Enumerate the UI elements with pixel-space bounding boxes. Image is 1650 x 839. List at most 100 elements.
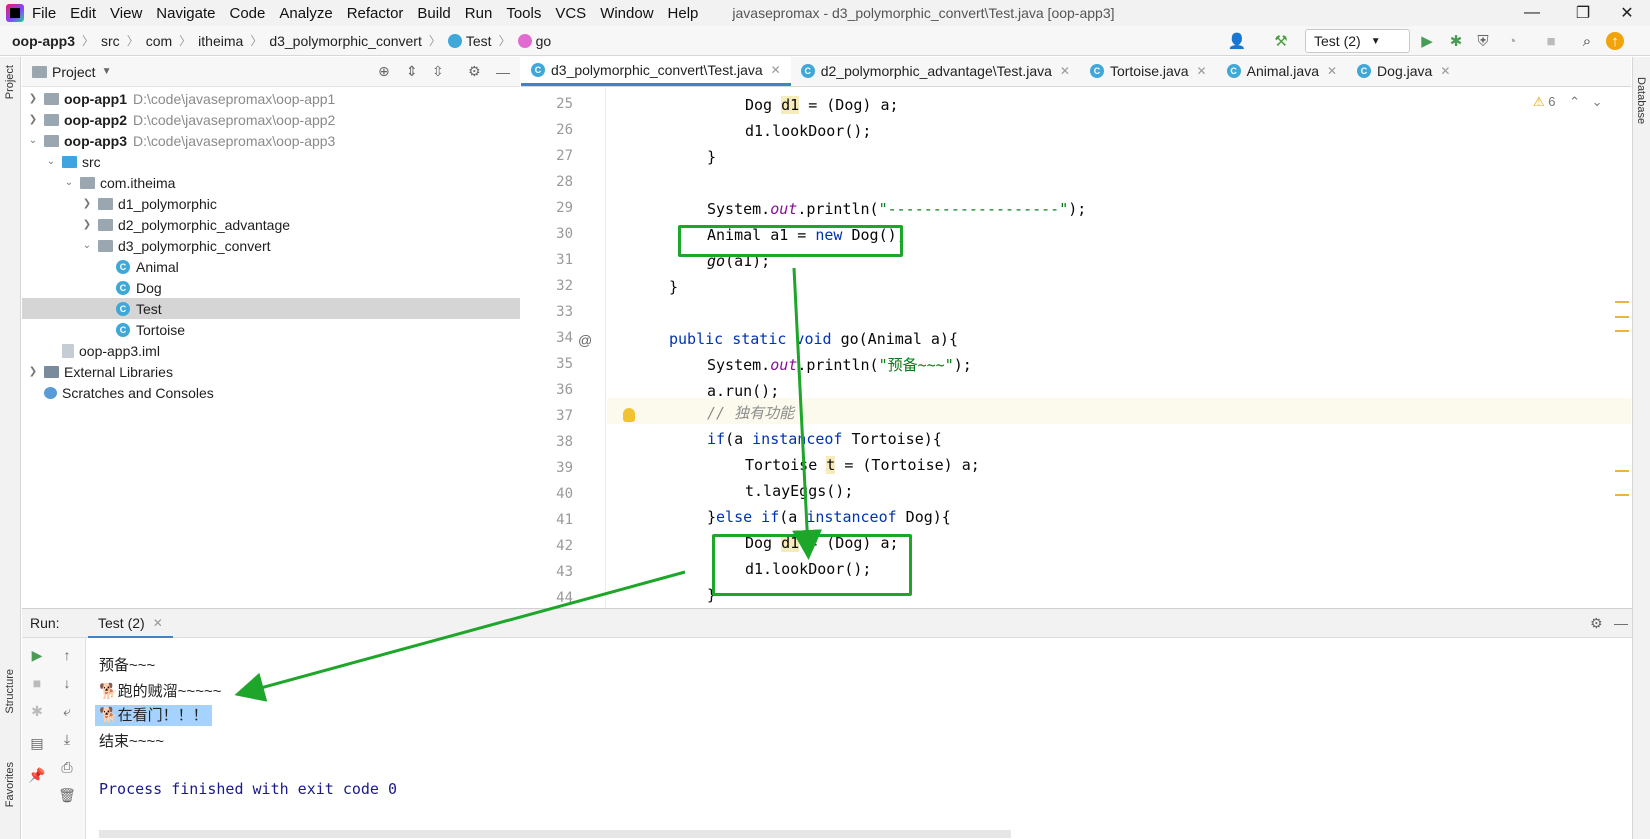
warnings-indicator[interactable]: ⚠ 6 ⌃ ⌄ — [1533, 94, 1603, 110]
pin-icon[interactable]: 📌 — [28, 766, 46, 784]
menu-file[interactable]: File — [32, 5, 56, 22]
menu-help[interactable]: Help — [668, 5, 699, 22]
collapse-all-icon[interactable]: ⇳ — [432, 63, 444, 80]
tree-item-external-libraries[interactable]: ❯ External Libraries — [22, 361, 520, 382]
breadcrumb-com[interactable]: com — [146, 33, 172, 49]
chevron-right-icon[interactable]: ❯ — [80, 219, 94, 230]
chevron-right-icon[interactable]: ❯ — [26, 366, 40, 377]
breadcrumb-method[interactable]: go — [536, 33, 552, 49]
tree-item-animal[interactable]: C Animal — [22, 256, 520, 277]
trash-icon[interactable]: 🗑 — [58, 786, 76, 804]
menu-navigate[interactable]: Navigate — [156, 5, 215, 22]
breadcrumb-itheima[interactable]: itheima — [198, 33, 243, 49]
update-icon[interactable]: ↑ — [1606, 32, 1624, 50]
expand-all-icon[interactable]: ⇕ — [406, 63, 418, 80]
tree-item-d1-polymorphic[interactable]: ❯ d1_polymorphic — [22, 193, 520, 214]
chevron-down-icon[interactable]: ⌄ — [44, 156, 58, 167]
menu-view[interactable]: View — [110, 5, 142, 22]
tree-item-test[interactable]: C Test — [22, 298, 520, 319]
tree-item-d2-polymorphic-advantage[interactable]: ❯ d2_polymorphic_advantage — [22, 214, 520, 235]
structure-tool-button[interactable]: Structure — [4, 669, 16, 714]
tree-item-oop-app2[interactable]: ❯ oop-app2 D:\code\javasepromax\oop-app2 — [22, 109, 520, 130]
tree-item-oop-app3[interactable]: ⌄ oop-app3 D:\code\javasepromax\oop-app3 — [22, 130, 520, 151]
menu-refactor[interactable]: Refactor — [347, 5, 404, 22]
favorites-tool-button[interactable]: Favorites — [4, 762, 16, 807]
override-marker-icon[interactable]: @ — [578, 332, 592, 348]
tree-item-d3-polymorphic-convert[interactable]: ⌄ d3_polymorphic_convert — [22, 235, 520, 256]
user-icon[interactable]: 👤 — [1228, 32, 1247, 50]
layout-icon[interactable]: ▤ — [28, 734, 46, 752]
close-tab-icon[interactable]: ✕ — [153, 616, 163, 630]
database-tool-button[interactable]: Database — [1635, 77, 1647, 124]
tree-item-dog[interactable]: C Dog — [22, 277, 520, 298]
hide-icon[interactable]: — — [496, 64, 510, 80]
project-panel-title[interactable]: Project — [52, 64, 96, 80]
menu-tools[interactable]: Tools — [506, 5, 541, 22]
print-icon[interactable]: ⎙ — [58, 758, 76, 776]
menu-build[interactable]: Build — [417, 5, 450, 22]
breadcrumb-package[interactable]: d3_polymorphic_convert — [269, 33, 422, 49]
menu-analyze[interactable]: Analyze — [279, 5, 332, 22]
chevron-down-icon[interactable]: ▼ — [102, 66, 112, 77]
menu-window[interactable]: Window — [600, 5, 653, 22]
profile-icon[interactable]: ◔ — [1503, 32, 1521, 50]
restore-icon[interactable]: ❐ — [1560, 0, 1606, 26]
close-tab-icon[interactable]: ✕ — [1197, 64, 1207, 78]
close-tab-icon[interactable]: ✕ — [1440, 64, 1450, 78]
menu-vcs[interactable]: VCS — [555, 5, 586, 22]
tree-item-oop-app1[interactable]: ❯ oop-app1 D:\code\javasepromax\oop-app1 — [22, 88, 520, 109]
menu-run[interactable]: Run — [465, 5, 493, 22]
search-icon[interactable]: ⌕ — [1578, 32, 1596, 50]
close-tab-icon[interactable]: ✕ — [1060, 64, 1070, 78]
error-stripe-mark[interactable] — [1615, 301, 1629, 303]
chevron-up-icon[interactable]: ⌃ — [1569, 94, 1580, 109]
tab-dog-java[interactable]: C Dog.java ✕ — [1347, 56, 1460, 86]
error-stripe-mark[interactable] — [1615, 330, 1629, 332]
hide-icon[interactable]: — — [1614, 615, 1628, 631]
build-hammer-icon[interactable]: ⚒ — [1272, 32, 1290, 50]
tree-item-com-itheima[interactable]: ⌄ com.itheima — [22, 172, 520, 193]
tree-item-scratches[interactable]: Scratches and Consoles — [22, 382, 520, 403]
soft-wrap-icon[interactable]: ⤶ — [58, 702, 76, 720]
arrow-up-icon[interactable]: ↑ — [58, 646, 76, 664]
horizontal-scrollbar[interactable] — [99, 830, 1011, 838]
tree-item-tortoise[interactable]: C Tortoise — [22, 319, 520, 340]
error-stripe-mark[interactable] — [1615, 316, 1629, 318]
tree-item-iml[interactable]: oop-app3.iml — [22, 340, 520, 361]
project-tool-button[interactable]: Project — [4, 65, 16, 99]
chevron-down-icon[interactable]: ⌄ — [80, 240, 94, 251]
close-icon[interactable]: ✕ — [1604, 0, 1650, 26]
console-output[interactable]: 预备~~~ 🐕跑的贼溜~~~~~ 🐕在看门！！！ 结束~~~~ Process … — [87, 638, 1632, 839]
error-stripe-mark[interactable] — [1615, 494, 1629, 496]
tab-d3-test-java[interactable]: C d3_polymorphic_convert\Test.java ✕ — [521, 56, 791, 86]
run-configuration-select[interactable]: Test (2) ▼ — [1305, 29, 1410, 53]
rerun-icon[interactable]: ▶ — [28, 646, 46, 664]
tab-tortoise-java[interactable]: C Tortoise.java ✕ — [1080, 56, 1217, 86]
coverage-icon[interactable]: ⛨ — [1474, 32, 1492, 50]
stop-icon[interactable]: ■ — [28, 674, 46, 692]
tab-d2-test-java[interactable]: C d2_polymorphic_advantage\Test.java ✕ — [791, 56, 1080, 86]
stop-icon[interactable]: ■ — [1542, 32, 1560, 50]
chevron-down-icon[interactable]: ⌄ — [26, 135, 40, 146]
debug-icon[interactable]: ✱ — [1447, 32, 1465, 50]
chevron-right-icon[interactable]: ❯ — [26, 93, 40, 104]
run-tab-test2[interactable]: Test (2) ✕ — [88, 609, 173, 639]
debug-icon[interactable]: ✱ — [28, 702, 46, 720]
close-tab-icon[interactable]: ✕ — [1327, 64, 1337, 78]
tab-animal-java[interactable]: C Animal.java ✕ — [1217, 56, 1347, 86]
arrow-down-icon[interactable]: ↓ — [58, 674, 76, 692]
chevron-right-icon[interactable]: ❯ — [26, 114, 40, 125]
menu-code[interactable]: Code — [229, 5, 265, 22]
code-editor[interactable]: 25 26 27 28 29 30 31 32 33 34 35 36 37 3… — [521, 88, 1631, 608]
breadcrumb-src[interactable]: src — [101, 33, 120, 49]
breadcrumb-class[interactable]: Test — [466, 33, 492, 49]
locate-icon[interactable]: ⊕ — [378, 63, 390, 80]
gear-icon[interactable]: ⚙ — [1590, 615, 1603, 632]
run-icon[interactable]: ▶ — [1418, 32, 1436, 50]
lightbulb-icon[interactable] — [623, 408, 635, 422]
chevron-down-icon[interactable]: ⌄ — [1592, 94, 1603, 109]
breadcrumb-project[interactable]: oop-app3 — [12, 33, 75, 49]
minimize-icon[interactable]: — — [1509, 0, 1555, 26]
menu-edit[interactable]: Edit — [70, 5, 96, 22]
tree-item-src[interactable]: ⌄ src — [22, 151, 520, 172]
